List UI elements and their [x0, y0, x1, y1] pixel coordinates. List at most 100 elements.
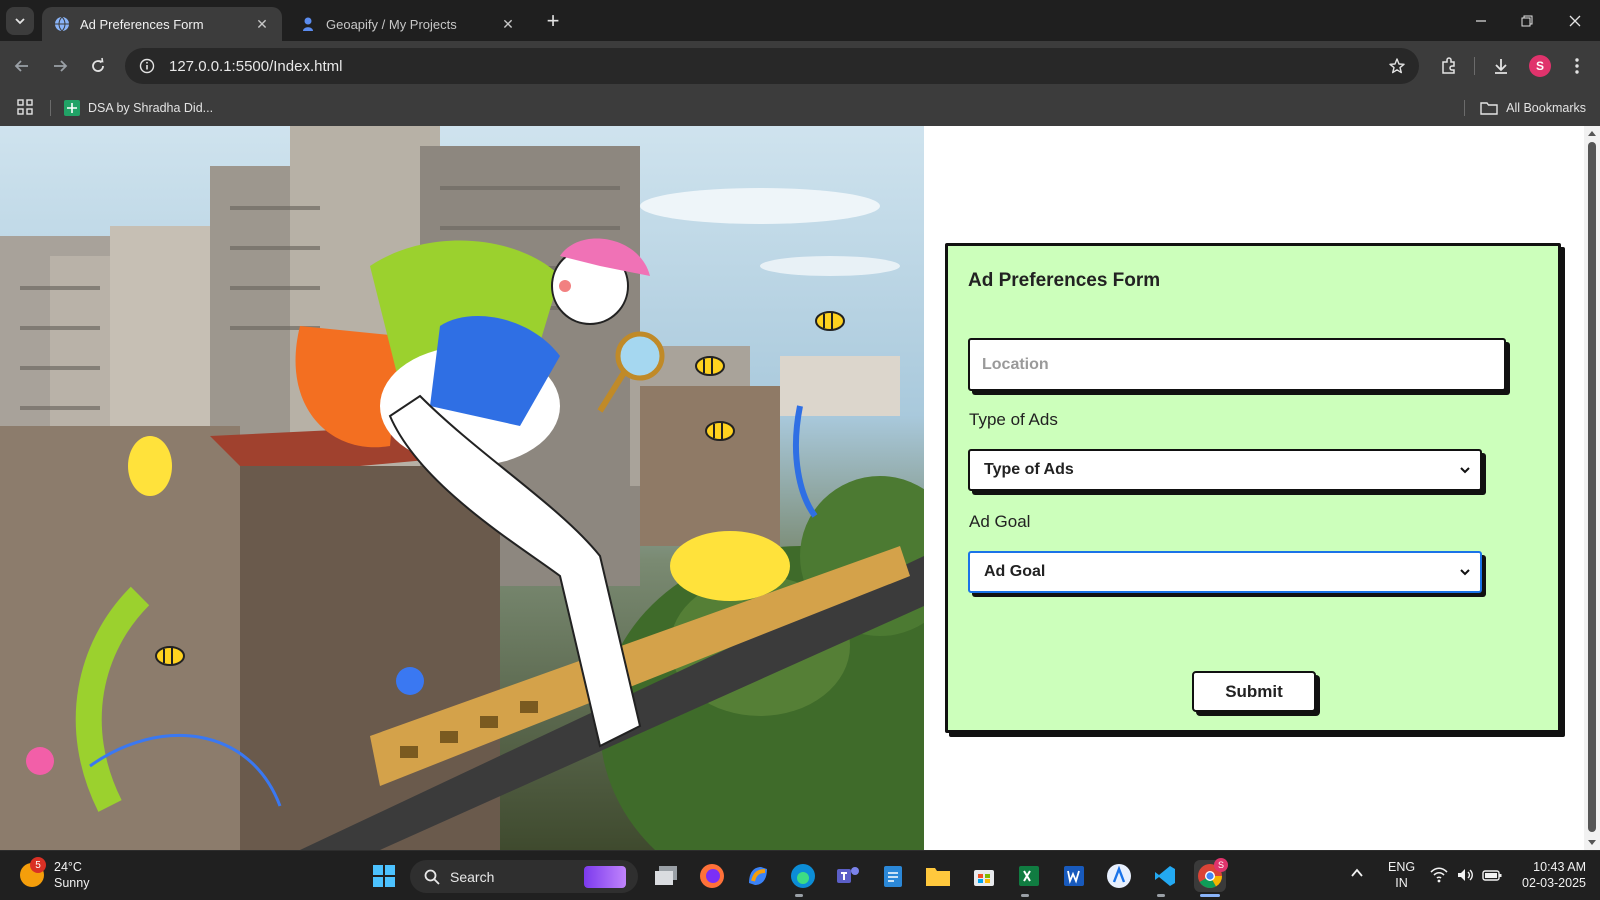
tab-title: Ad Preferences Form	[80, 16, 204, 32]
excel-button[interactable]	[1013, 860, 1045, 892]
running-indicator	[1157, 894, 1165, 897]
store-button[interactable]	[968, 860, 1000, 892]
apps-grid-icon[interactable]	[16, 98, 36, 118]
restore-icon	[1521, 15, 1533, 26]
task-view-button[interactable]	[650, 860, 682, 892]
minimize-button[interactable]	[1458, 0, 1504, 41]
language-bottom: IN	[1395, 876, 1408, 890]
arrow-left-icon	[14, 60, 28, 72]
ad-goal-select[interactable]: Ad Goal	[968, 551, 1482, 593]
chrome-menu-button[interactable]	[1564, 53, 1590, 79]
close-icon	[1569, 15, 1581, 26]
address-bar[interactable]: 127.0.0.1:5500/Index.html	[125, 48, 1419, 84]
downloads-button[interactable]	[1488, 53, 1514, 79]
bookmarks-divider	[50, 100, 51, 116]
tab-ad-preferences[interactable]: Ad Preferences Form ✕	[42, 7, 282, 41]
compass-app-icon	[1107, 864, 1131, 888]
toolbar-divider	[1474, 57, 1475, 75]
reload-button[interactable]	[84, 52, 112, 80]
notepad-icon	[884, 866, 902, 887]
ad-goal-value: Ad Goal	[984, 563, 1046, 580]
tab-search-button[interactable]	[6, 7, 34, 35]
url-text: 127.0.0.1:5500/Index.html	[169, 57, 343, 75]
notification-badge: 5	[30, 857, 46, 873]
page-scrollbar[interactable]	[1584, 126, 1600, 850]
ad-preferences-form: Ad Preferences Form Type of Ads Type of …	[945, 243, 1561, 733]
copilot-button[interactable]	[742, 860, 774, 892]
back-button[interactable]	[8, 52, 36, 80]
tab-strip: Ad Preferences Form ✕ Geoapify / My Proj…	[0, 0, 1600, 41]
taskbar-search[interactable]: Search	[410, 860, 638, 893]
clock-date: 02-03-2025	[1522, 876, 1586, 890]
start-button[interactable]	[368, 860, 400, 892]
wifi-icon	[1430, 867, 1448, 883]
new-tab-button[interactable]: +	[540, 8, 566, 34]
app-launcher-button[interactable]	[1103, 860, 1135, 892]
bookmark-dsa[interactable]: DSA by Shradha Did...	[64, 99, 213, 117]
task-view-icon	[655, 866, 677, 885]
avatar: S	[1529, 55, 1551, 77]
weather-widget[interactable]: 5 24°C Sunny	[20, 857, 90, 891]
weather-desc: Sunny	[54, 876, 90, 890]
file-explorer-button[interactable]	[922, 860, 954, 892]
vscode-button[interactable]	[1149, 860, 1181, 892]
site-info-icon[interactable]	[137, 56, 157, 76]
type-of-ads-select[interactable]: Type of Ads	[968, 449, 1482, 491]
chrome-button[interactable]: S	[1194, 858, 1228, 892]
active-indicator	[1200, 894, 1220, 897]
close-window-button[interactable]	[1552, 0, 1598, 41]
clock[interactable]: 10:43 AM 02-03-2025	[1512, 859, 1586, 891]
notepad-button[interactable]	[877, 860, 909, 892]
excel-icon	[1019, 866, 1039, 886]
tray-overflow-button[interactable]	[1350, 866, 1364, 883]
word-button[interactable]	[1058, 860, 1090, 892]
windows-logo-icon	[373, 865, 395, 887]
running-indicator	[1021, 894, 1029, 897]
location-input[interactable]	[968, 338, 1506, 391]
firefox-button[interactable]	[696, 860, 728, 892]
close-tab-icon[interactable]: ✕	[254, 16, 270, 32]
forward-button[interactable]	[46, 52, 74, 80]
restore-button[interactable]	[1504, 0, 1550, 41]
form-title: Ad Preferences Form	[968, 270, 1161, 291]
download-icon	[1495, 59, 1507, 74]
arrow-right-icon	[54, 60, 68, 72]
extensions-button[interactable]	[1436, 53, 1462, 79]
scrollbar-thumb[interactable]	[1588, 142, 1596, 832]
all-bookmarks-button[interactable]: All Bookmarks	[1480, 99, 1586, 117]
chrome-profile-badge: S	[1214, 858, 1228, 872]
copilot-icon	[749, 867, 767, 885]
search-label: Search	[450, 868, 495, 885]
scroll-down-arrow-icon[interactable]	[1588, 840, 1596, 845]
close-tab-icon[interactable]: ✕	[500, 16, 516, 32]
edge-button[interactable]	[787, 860, 819, 892]
globe-icon	[54, 16, 70, 32]
word-icon	[1064, 866, 1084, 886]
tab-title: Geoapify / My Projects	[326, 16, 457, 32]
teams-icon	[837, 867, 859, 883]
puzzle-icon	[1442, 57, 1455, 74]
language-indicator[interactable]: ENG IN	[1388, 859, 1415, 891]
bookmark-star-icon[interactable]	[1387, 56, 1407, 76]
windows-taskbar: 5 24°C Sunny Search S ENG IN 10:43 AM 02…	[0, 850, 1600, 900]
all-bookmarks-label: All Bookmarks	[1506, 101, 1586, 115]
page-viewport: Ad Preferences Form Type of Ads Type of …	[0, 126, 1600, 850]
chevron-down-icon	[1460, 569, 1470, 576]
browser-toolbar: 127.0.0.1:5500/Index.html S	[0, 41, 1600, 90]
minimize-icon	[1476, 19, 1486, 22]
firefox-icon	[700, 864, 724, 888]
volume-icon	[1458, 869, 1473, 881]
tab-geoapify[interactable]: Geoapify / My Projects ✕	[288, 7, 528, 41]
scroll-up-arrow-icon[interactable]	[1588, 131, 1596, 136]
folder-icon	[1480, 102, 1498, 115]
chevron-down-icon	[15, 18, 25, 25]
weather-temp: 24°C	[54, 860, 82, 874]
type-of-ads-label: Type of Ads	[969, 410, 1058, 429]
profile-button[interactable]: S	[1527, 53, 1553, 79]
system-tray-icons[interactable]	[1430, 867, 1502, 883]
submit-button[interactable]: Submit	[1192, 671, 1316, 712]
teams-button[interactable]	[832, 860, 864, 892]
language-top: ENG	[1388, 860, 1416, 874]
geoapify-icon	[300, 16, 316, 32]
type-of-ads-value: Type of Ads	[984, 461, 1074, 478]
